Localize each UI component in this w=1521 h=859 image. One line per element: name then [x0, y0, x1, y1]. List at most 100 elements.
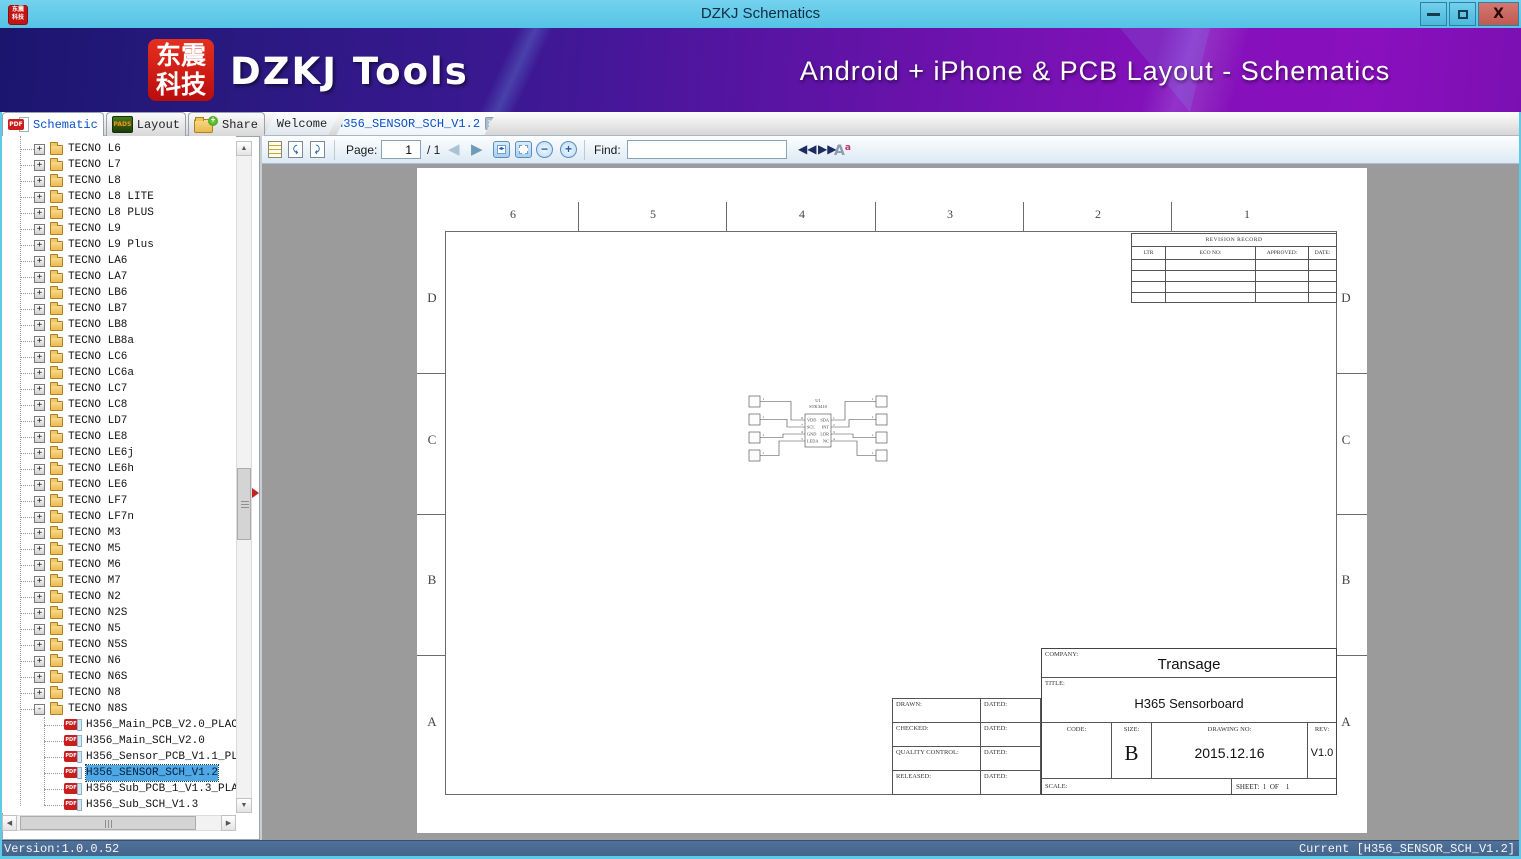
tree-folder-item[interactable]: + TECNO M7 [2, 573, 236, 589]
expand-icon[interactable]: + [34, 288, 45, 299]
tree-folder-item[interactable]: + TECNO L8 [2, 173, 236, 189]
doc-tab-welcome[interactable]: Welcome [264, 112, 340, 136]
tab-layout[interactable]: PADS Layout [106, 112, 186, 136]
tree-folder-item[interactable]: + TECNO LB7 [2, 301, 236, 317]
tree-file-item[interactable]: PDF H356_Sensor_PCB_V1.1_PLAC [2, 749, 236, 765]
expand-icon[interactable]: + [34, 176, 45, 187]
tree-folder-item[interactable]: + TECNO L8 PLUS [2, 205, 236, 221]
tree-folder-item[interactable]: + TECNO N2 [2, 589, 236, 605]
tree-folder-item[interactable]: + TECNO N5 [2, 621, 236, 637]
tree-folder-item[interactable]: + TECNO LA6 [2, 253, 236, 269]
expand-icon[interactable]: + [34, 608, 45, 619]
expand-icon[interactable]: + [34, 528, 45, 539]
expand-icon[interactable]: + [34, 576, 45, 587]
expand-icon[interactable]: + [34, 560, 45, 571]
page-thumbnail-icon[interactable] [268, 141, 282, 158]
tree-folder-item[interactable]: + TECNO LE6h [2, 461, 236, 477]
tree-folder-item[interactable]: + TECNO M6 [2, 557, 236, 573]
tree-file-item[interactable]: PDF H356_Main_PCB_V2.0_PLACEM [2, 717, 236, 733]
close-button[interactable]: X [1478, 2, 1519, 26]
expand-icon[interactable]: + [34, 144, 45, 155]
tree-folder-item[interactable]: + TECNO LE6j [2, 445, 236, 461]
expand-icon[interactable]: + [34, 688, 45, 699]
tree-folder-item[interactable]: + TECNO L6 [2, 141, 236, 157]
tree-folder-item[interactable]: + TECNO LB8 [2, 317, 236, 333]
expand-icon[interactable]: + [34, 624, 45, 635]
rotate-right-icon[interactable]: ⤸ [310, 141, 325, 158]
tree-folder-item[interactable]: + TECNO N6S [2, 669, 236, 685]
expand-icon[interactable]: + [34, 448, 45, 459]
page-number-input[interactable] [381, 140, 421, 159]
tree-folder-item[interactable]: + TECNO LC8 [2, 397, 236, 413]
tree-folder-item[interactable]: + TECNO N2S [2, 605, 236, 621]
expand-icon[interactable]: + [34, 496, 45, 507]
maximize-button[interactable] [1449, 2, 1476, 26]
tree-folder-item[interactable]: + TECNO LC6a [2, 365, 236, 381]
expand-icon[interactable]: + [34, 208, 45, 219]
tree-folder-item[interactable]: - TECNO N8S [2, 701, 236, 717]
schematic-viewer[interactable]: REVISION RECORD LTR ECO NO: APPROVED: DA… [262, 164, 1519, 840]
tree-file-item[interactable]: PDF H356_Sub_PCB_1_V1.3_PLACE [2, 781, 236, 797]
expand-icon[interactable]: + [34, 320, 45, 331]
vertical-scroll-thumb[interactable] [237, 468, 251, 540]
zoom-out-icon[interactable]: − [536, 141, 553, 158]
expand-icon[interactable]: + [34, 464, 45, 475]
expand-icon[interactable]: + [34, 272, 45, 283]
tree-folder-item[interactable]: + TECNO LE8 [2, 429, 236, 445]
tree-folder-item[interactable]: + TECNO LF7n [2, 509, 236, 525]
tree-folder-item[interactable]: + TECNO N8 [2, 685, 236, 701]
expand-icon[interactable]: + [34, 544, 45, 555]
expand-icon[interactable]: + [34, 656, 45, 667]
scroll-up-icon[interactable]: ▲ [236, 141, 252, 156]
expand-icon[interactable]: + [34, 240, 45, 251]
horizontal-scroll-thumb[interactable] [20, 816, 196, 830]
tree-folder-item[interactable]: + TECNO LB6 [2, 285, 236, 301]
tree-folder-item[interactable]: + TECNO M3 [2, 525, 236, 541]
tree-folder-item[interactable]: + TECNO LB8a [2, 333, 236, 349]
tree-file-item[interactable]: PDF H356_Main_SCH_V2.0 [2, 733, 236, 749]
tree-folder-item[interactable]: + TECNO M5 [2, 541, 236, 557]
expand-icon[interactable]: - [34, 704, 45, 715]
expand-icon[interactable]: + [34, 432, 45, 443]
tree-folder-item[interactable]: + TECNO LF7 [2, 493, 236, 509]
minimize-button[interactable] [1420, 2, 1447, 26]
expand-icon[interactable]: + [34, 256, 45, 267]
expand-icon[interactable]: + [34, 368, 45, 379]
prev-page-icon[interactable]: ◀ [448, 141, 460, 159]
tree-folder-item[interactable]: + TECNO LD7 [2, 413, 236, 429]
expand-icon[interactable]: + [34, 480, 45, 491]
tree-folder-item[interactable]: + TECNO N6 [2, 653, 236, 669]
tree-folder-item[interactable]: + TECNO LC7 [2, 381, 236, 397]
expand-icon[interactable]: + [34, 336, 45, 347]
rotate-left-icon[interactable]: ⤹ [288, 141, 303, 158]
scroll-left-icon[interactable]: ◀ [2, 815, 17, 831]
expand-icon[interactable]: + [34, 304, 45, 315]
tree-folder-item[interactable]: + TECNO L8 LITE [2, 189, 236, 205]
expand-icon[interactable]: + [34, 352, 45, 363]
expand-icon[interactable]: + [34, 592, 45, 603]
tree-folder-item[interactable]: + TECNO L9 [2, 221, 236, 237]
tree-folder-item[interactable]: + TECNO LC6 [2, 349, 236, 365]
tree-folder-item[interactable]: + TECNO LE6 [2, 477, 236, 493]
scroll-right-icon[interactable]: ▶ [221, 815, 236, 831]
expand-icon[interactable]: + [34, 192, 45, 203]
doc-tab-h356-sensor-sch[interactable]: H356_SENSOR_SCH_V1.2 x [336, 112, 496, 136]
fit-width-icon[interactable]: ◂▸ [493, 141, 510, 158]
fit-page-icon[interactable] [515, 141, 532, 158]
tree-file-item[interactable]: PDF H356_Sub_SCH_V1.3 [2, 797, 236, 813]
expand-icon[interactable]: + [34, 416, 45, 427]
expand-icon[interactable]: + [34, 160, 45, 171]
tree-folder-item[interactable]: + TECNO L7 [2, 157, 236, 173]
scroll-down-icon[interactable]: ▼ [236, 798, 252, 813]
find-input[interactable] [627, 140, 787, 159]
expand-icon[interactable]: + [34, 512, 45, 523]
splitter-collapse-icon[interactable] [252, 488, 259, 498]
tree-file-item[interactable]: PDF H356_SENSOR_SCH_V1.2 [2, 764, 236, 782]
expand-icon[interactable]: + [34, 224, 45, 235]
expand-icon[interactable]: + [34, 384, 45, 395]
next-page-icon[interactable]: ▶ [471, 141, 483, 159]
tree-folder-item[interactable]: + TECNO LA7 [2, 269, 236, 285]
match-case-icon[interactable]: Aa [834, 140, 851, 159]
zoom-in-icon[interactable]: + [560, 141, 577, 158]
tab-schematic[interactable]: PDF Schematic [2, 112, 104, 136]
